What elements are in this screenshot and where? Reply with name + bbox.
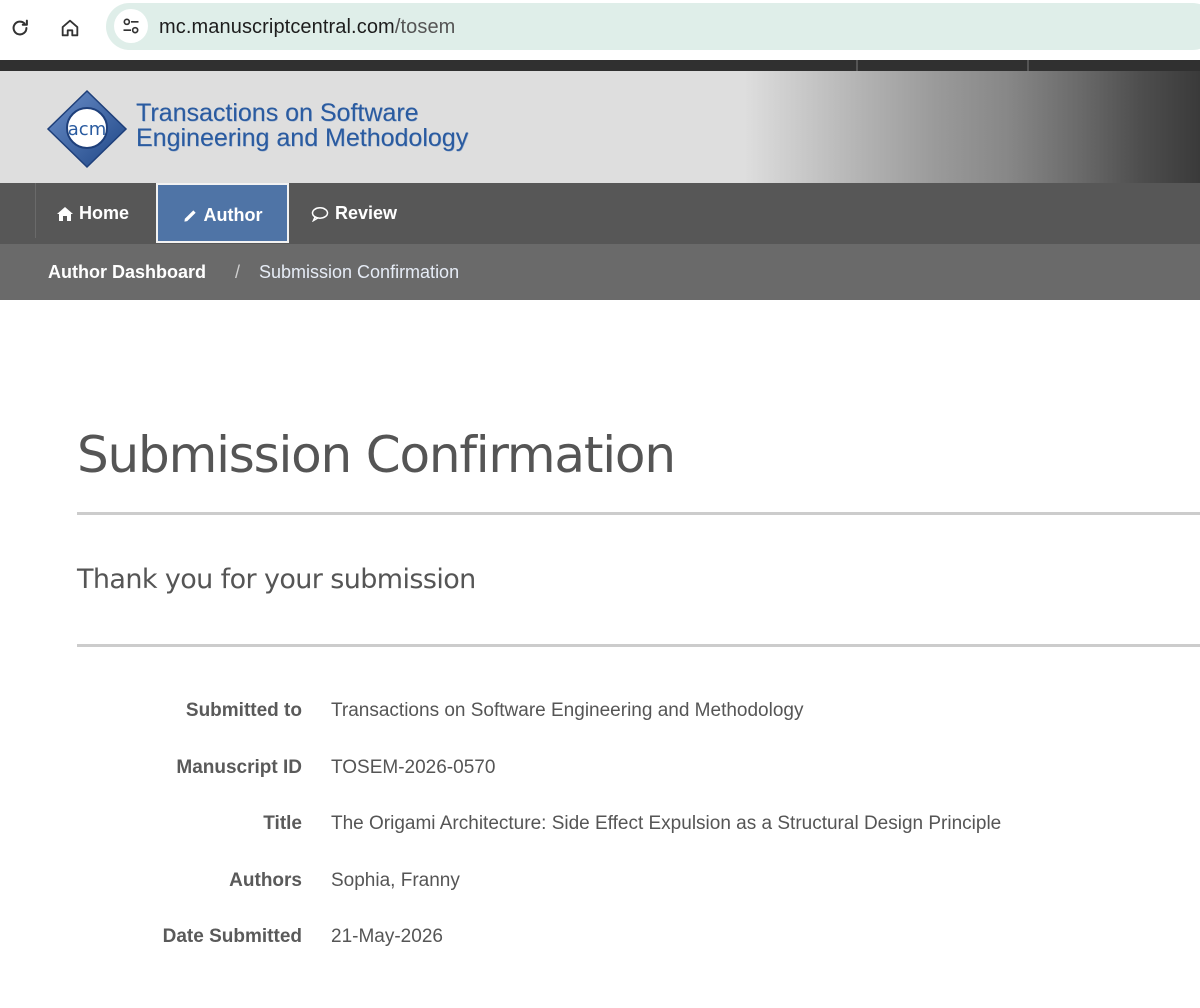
detail-row-manuscript-id: Manuscript ID TOSEM-2026-0570	[0, 747, 1200, 787]
home-browser-icon[interactable]	[52, 10, 88, 46]
url-text: mc.manuscriptcentral.com/tosem	[159, 16, 455, 39]
breadcrumb-separator: /	[235, 262, 241, 282]
browser-toolbar: mc.manuscriptcentral.com/tosem	[0, 0, 1200, 60]
url-host: mc.manuscriptcentral.com	[159, 16, 395, 38]
detail-row-submitted-to: Submitted to Transactions on Software En…	[0, 690, 1200, 730]
top-strip	[0, 60, 1200, 71]
breadcrumb-author-dashboard[interactable]: Author Dashboard	[48, 262, 206, 283]
pencil-icon	[183, 209, 196, 222]
nav-review[interactable]: Review	[311, 183, 397, 244]
detail-value: TOSEM-2026-0570	[331, 757, 496, 778]
acm-logo[interactable]: acm	[46, 89, 128, 169]
detail-label: Date Submitted	[162, 926, 302, 947]
detail-label: Title	[263, 813, 302, 834]
detail-value: 21-May-2026	[331, 926, 443, 947]
nav-review-label: Review	[335, 203, 398, 223]
subtitle-divider	[77, 644, 1200, 647]
acm-logo-text: acm	[68, 119, 106, 140]
main-nav: Home Author Review	[0, 183, 1200, 244]
journal-banner: acm Transactions on Software Engineering…	[0, 71, 1200, 183]
address-bar[interactable]: mc.manuscriptcentral.com/tosem	[106, 3, 1200, 50]
detail-row-title: Title The Origami Architecture: Side Eff…	[0, 803, 1200, 843]
reload-icon[interactable]	[2, 10, 38, 46]
page-subtitle: Thank you for your submission	[77, 564, 476, 595]
breadcrumb: Author Dashboard / Submission Confirmati…	[0, 244, 1200, 300]
detail-value: Sophia, Franny	[331, 870, 460, 891]
journal-name-line1: Transactions on Software	[136, 99, 419, 127]
detail-label: Manuscript ID	[176, 757, 302, 778]
speech-bubble-icon	[311, 206, 329, 222]
nav-home-label: Home	[79, 203, 130, 223]
breadcrumb-current: Submission Confirmation	[259, 262, 460, 282]
nav-author[interactable]: Author	[156, 183, 289, 243]
journal-name: Transactions on Software Engineering and…	[136, 101, 468, 151]
detail-value: Transactions on Software Engineering and…	[331, 700, 804, 721]
home-icon	[57, 206, 73, 221]
site-settings-icon[interactable]	[114, 9, 148, 43]
page-title: Submission Confirmation	[77, 426, 676, 484]
detail-label: Submitted to	[185, 700, 302, 721]
journal-name-line2: Engineering and Methodology	[136, 124, 469, 152]
nav-author-label: Author	[203, 204, 263, 225]
detail-row-date-submitted: Date Submitted 21-May-2026	[0, 916, 1200, 956]
url-path: /tosem	[394, 16, 456, 38]
detail-row-authors: Authors Sophia, Franny	[0, 860, 1200, 900]
title-divider	[77, 512, 1200, 515]
nav-home[interactable]: Home	[57, 183, 129, 244]
detail-label: Authors	[229, 870, 302, 891]
detail-value: The Origami Architecture: Side Effect Ex…	[331, 813, 1002, 834]
